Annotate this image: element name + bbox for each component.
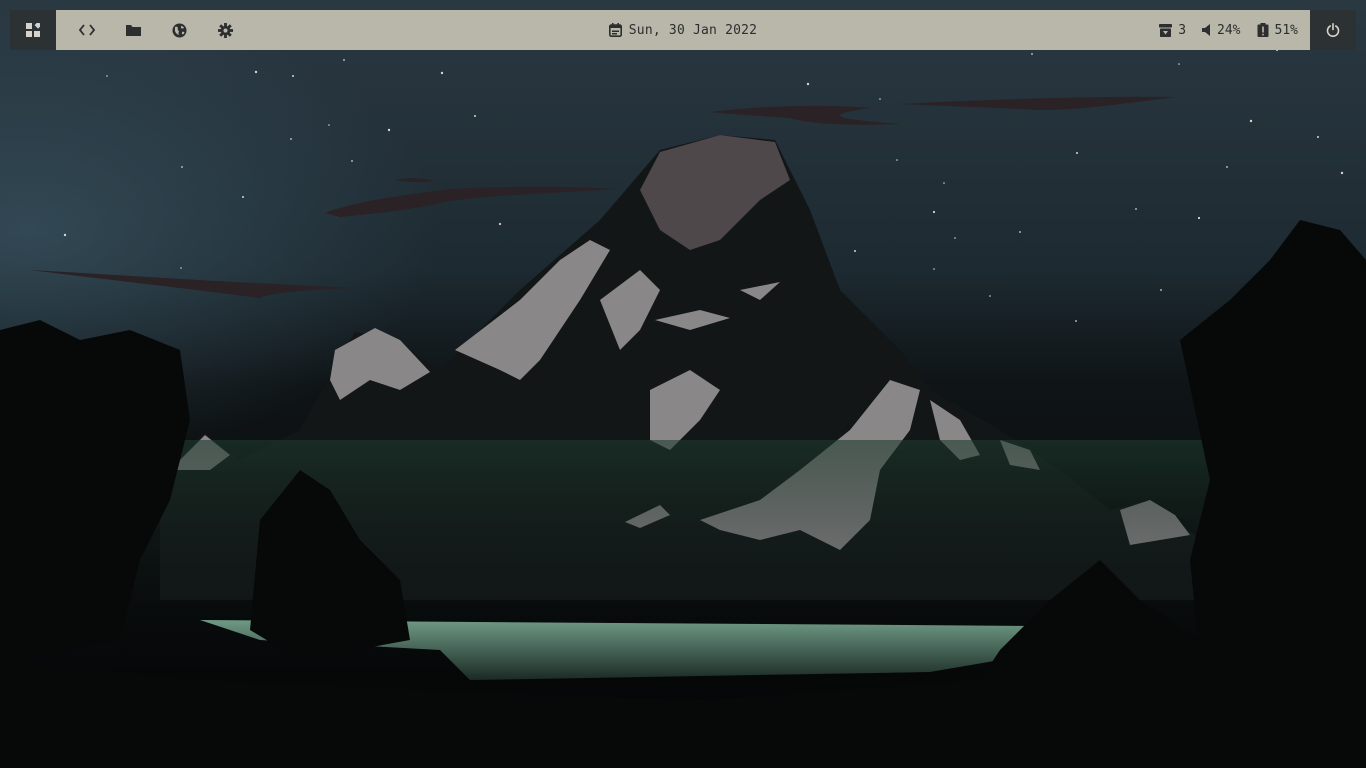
top-panel: Sun, 30 Jan 2022 3 24% 51%: [10, 10, 1356, 50]
browser-button[interactable]: [156, 10, 202, 50]
power-button[interactable]: [1310, 10, 1356, 50]
status-tray: 3 24% 51%: [1143, 10, 1298, 50]
battery-level: 51%: [1274, 22, 1298, 38]
desktop-wallpaper: [0, 0, 1366, 768]
code-icon: [79, 24, 95, 36]
app-shortcuts: [64, 10, 248, 50]
calendar-icon: [608, 23, 622, 37]
battery-indicator[interactable]: 51%: [1257, 23, 1298, 38]
volume-level: 24%: [1217, 22, 1241, 38]
file-manager-button[interactable]: [110, 10, 156, 50]
power-icon: [1326, 23, 1340, 37]
gear-icon: [217, 22, 233, 38]
date-text[interactable]: Sun, 30 Jan 2022: [629, 23, 757, 38]
updates-count: 3: [1178, 22, 1187, 38]
battery-alert-icon: [1257, 23, 1269, 37]
code-editor-button[interactable]: [64, 10, 110, 50]
launcher-button[interactable]: [10, 10, 56, 50]
updates-indicator[interactable]: 3: [1159, 23, 1186, 38]
volume-indicator[interactable]: 24%: [1202, 22, 1241, 38]
globe-icon: [172, 23, 187, 38]
volume-icon: [1202, 24, 1211, 36]
settings-button[interactable]: [202, 10, 248, 50]
folder-icon: [125, 24, 141, 36]
package-icon: [1159, 23, 1173, 37]
app-grid-icon: [26, 23, 40, 37]
